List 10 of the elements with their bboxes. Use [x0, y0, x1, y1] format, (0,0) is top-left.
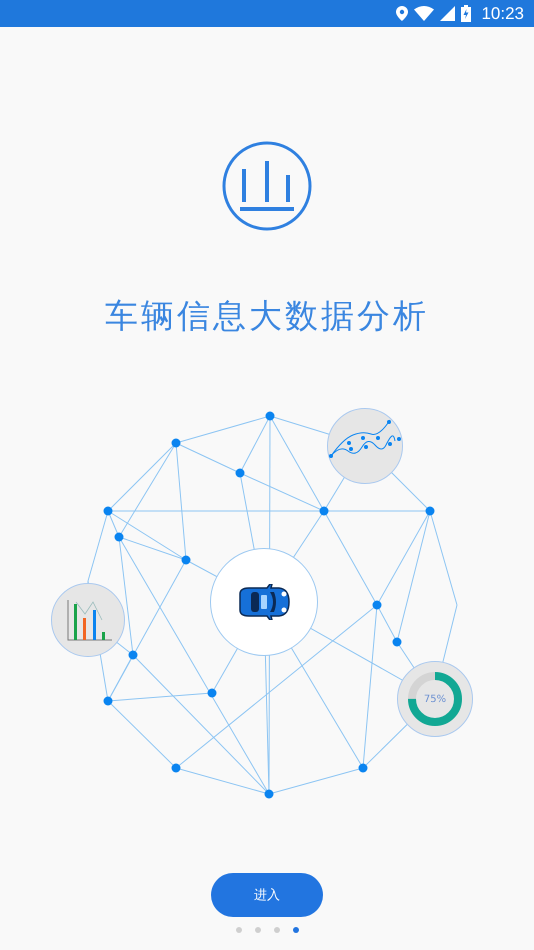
- page-title: 车辆信息大数据分析: [105, 295, 429, 337]
- wifi-icon: [414, 6, 434, 21]
- enter-button[interactable]: 进入: [211, 873, 323, 917]
- battery-icon: [461, 5, 472, 22]
- signal-icon: [440, 6, 456, 21]
- car-icon: [237, 584, 291, 620]
- percent-label: 75%: [424, 694, 446, 704]
- bar-chart-logo-icon: [222, 141, 312, 231]
- clock-time: 10:23: [481, 4, 524, 24]
- location-icon: [396, 6, 408, 21]
